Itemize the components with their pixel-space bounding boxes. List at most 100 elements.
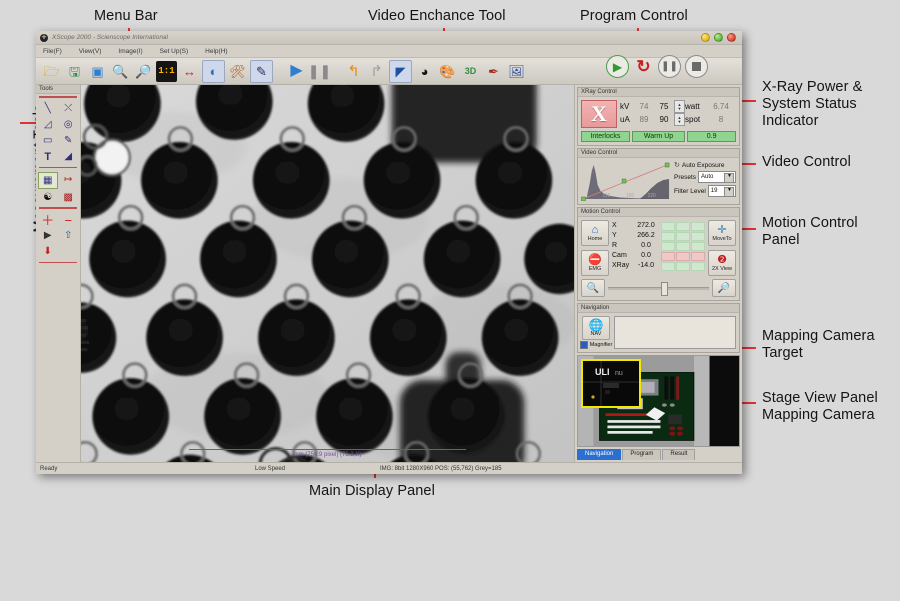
emergency-stop-button[interactable]: ⛔ EMG xyxy=(581,250,609,276)
navigation-preview-pane[interactable] xyxy=(614,316,736,349)
stage-view-tabs: Navigation Program Result xyxy=(577,449,740,460)
play-icon[interactable]: ▶ xyxy=(286,61,307,82)
kv-stepper[interactable]: ▲▼ xyxy=(674,100,685,113)
save-measure-icon[interactable]: ⬇ xyxy=(38,245,58,260)
measure-scale-icon[interactable]: ↦ xyxy=(59,172,79,187)
color-map-icon[interactable]: 🎨 xyxy=(437,61,458,82)
move-to-button[interactable]: ✛ MoveTo xyxy=(708,220,736,246)
measurement-tools-panel: Tools ╲ ⤬ ◿ ◎ ▭ ✎ T ◢ ▦ ↦ ☯ ▩ ＋ xyxy=(36,85,81,462)
led-15 xyxy=(691,262,705,271)
nav-button[interactable]: 🌐 NAV xyxy=(582,316,610,340)
xray-logo-icon: X xyxy=(581,100,617,128)
void-analysis-icon[interactable]: ☯ xyxy=(38,190,58,205)
tab-program[interactable]: Program xyxy=(622,449,661,460)
edit-measure-icon[interactable]: ✎ xyxy=(250,60,273,83)
menu-item-image[interactable]: Image(I) xyxy=(118,48,142,55)
align-top-icon[interactable]: ⇧ xyxy=(59,229,79,244)
palette-dark-icon[interactable]: ◕ xyxy=(414,61,435,82)
three-d-icon[interactable]: 3D xyxy=(460,61,481,82)
remove-item-icon[interactable]: − xyxy=(59,213,79,228)
zoom-in-icon[interactable]: 🔍 xyxy=(110,61,131,82)
redo-icon[interactable]: ↱ xyxy=(366,61,387,82)
emg-button-label: EMG xyxy=(589,266,602,272)
fit-width-icon[interactable]: ↔ xyxy=(179,61,200,82)
pause-icon[interactable]: ❚❚ xyxy=(309,61,330,82)
status-badge-warmup[interactable]: Warm Up xyxy=(632,131,685,142)
chevron-down-icon: ▼ xyxy=(727,173,732,179)
program-stop-button[interactable] xyxy=(685,55,708,78)
svg-text:ULI: ULI xyxy=(595,367,610,377)
video-enhance-icon[interactable]: ◤ xyxy=(389,60,412,83)
tab-result[interactable]: Result xyxy=(662,449,695,460)
kv-target[interactable]: 75 xyxy=(654,102,674,111)
polyline-tool-icon[interactable]: ⤬ xyxy=(59,102,79,117)
pointer-tool-icon[interactable]: ✎ xyxy=(59,134,79,149)
auto-exposure-label: Auto Exposure xyxy=(682,162,725,169)
program-loop-button[interactable]: ↻ xyxy=(633,56,654,77)
xray-control-row: X kV 74 75 ▲▼ watt 6.74 uA 89 90 ▲▼ xyxy=(581,100,736,128)
zoom-in-stage-button[interactable]: 🔎 xyxy=(712,279,736,297)
circle-tool-icon[interactable]: ◎ xyxy=(59,118,79,133)
window-controls xyxy=(701,33,738,42)
grid-tool-icon[interactable]: ▩ xyxy=(59,190,79,205)
zoom-out-stage-button[interactable]: 🔍 xyxy=(581,279,605,297)
close-button[interactable] xyxy=(727,33,736,42)
ua-target[interactable]: 90 xyxy=(654,115,674,124)
navigation-body: 🌐 NAV Magnifier xyxy=(578,313,739,352)
motion-control-panel: Motion Control ⌂ Home ⛔ EMG X xyxy=(577,207,740,301)
magnifier-checkbox[interactable] xyxy=(580,341,588,349)
ua-stepper[interactable]: ▲▼ xyxy=(674,113,685,126)
annotation-stage-view-panel: Stage View Panel Mapping Camera xyxy=(762,390,878,424)
presets-select[interactable]: Auto▼ xyxy=(698,171,736,183)
menu-item-file[interactable]: File(F) xyxy=(43,48,62,55)
slider-knob[interactable] xyxy=(661,282,668,296)
status-badge-interlocks[interactable]: Interlocks xyxy=(581,131,630,142)
menu-item-help[interactable]: Help(H) xyxy=(205,48,227,55)
stage-view-panel[interactable]: ULI nu xyxy=(577,355,740,447)
chevron-down-icon-2: ▼ xyxy=(727,187,732,193)
bga-void-tool-icon[interactable]: ▦ xyxy=(38,172,58,189)
actual-size-icon[interactable]: 1:1 xyxy=(156,61,177,82)
image-enhance-icon[interactable]: ◐ xyxy=(202,60,225,83)
home-button-label: Home xyxy=(588,236,603,242)
program-run-button[interactable]: ▶ xyxy=(606,55,629,78)
roi-icon[interactable]: ▣ xyxy=(87,61,108,82)
open-file-icon[interactable]: 🗁 xyxy=(41,61,62,82)
main-display-panel[interactable]: mm (756.9 pixel) (75.3 X) xyxy=(81,85,574,462)
annotation-video-control: Video Control xyxy=(762,154,851,171)
axis-xray-label: XRay xyxy=(612,262,634,269)
menu-item-setup[interactable]: Set Up(S) xyxy=(160,48,189,55)
shape-fill-tool-icon[interactable]: ◢ xyxy=(59,150,79,165)
tools-empty-slot xyxy=(59,245,79,260)
menu-item-view[interactable]: View(V) xyxy=(79,48,102,55)
program-pause-button[interactable]: ❚❚ xyxy=(658,55,681,78)
magnification-slider[interactable] xyxy=(608,281,709,295)
mapping-camera-target[interactable]: ULI nu xyxy=(581,359,641,408)
text-tool-icon[interactable]: T xyxy=(38,150,58,165)
filter-level-select[interactable]: 19▼ xyxy=(708,185,736,197)
report-icon[interactable]: 🖼 xyxy=(506,61,527,82)
undo-icon[interactable]: ↰ xyxy=(343,61,364,82)
add-item-icon[interactable]: ＋ xyxy=(38,213,58,228)
led-6 xyxy=(691,232,705,241)
tools-divider-0 xyxy=(39,96,77,98)
motion-axis-values: X 272.0 Y 266.2 R 0.0 Cam 0.0 XRay -14.0 xyxy=(612,220,658,276)
home-button[interactable]: ⌂ Home xyxy=(581,220,609,246)
histogram-display[interactable]: 110 165 220 xyxy=(581,161,671,201)
maximize-button[interactable] xyxy=(714,33,723,42)
tab-navigation[interactable]: Navigation xyxy=(577,449,621,460)
tools-icon[interactable]: 🛠 xyxy=(227,61,248,82)
save-file-icon[interactable]: 🖫 xyxy=(64,61,85,82)
line-tool-icon[interactable]: ╲ xyxy=(38,102,58,117)
rectangle-tool-icon[interactable]: ▭ xyxy=(38,134,58,149)
zoom-out-icon[interactable]: 🔎 xyxy=(133,61,154,82)
refresh-icon[interactable]: ↻ xyxy=(674,161,680,169)
motion-status-leds xyxy=(661,220,705,276)
two-x-view-button[interactable]: ❷ 2X View xyxy=(708,250,736,276)
motion-right-buttons: ✛ MoveTo ❷ 2X View xyxy=(708,220,736,276)
annotate-icon[interactable]: ✒ xyxy=(483,61,504,82)
angle-tool-icon[interactable]: ◿ xyxy=(38,118,58,133)
minimize-button[interactable] xyxy=(701,33,710,42)
run-measure-icon[interactable]: ▶ xyxy=(38,229,58,244)
magnifier-checkbox-row[interactable]: Magnifier xyxy=(580,341,613,349)
